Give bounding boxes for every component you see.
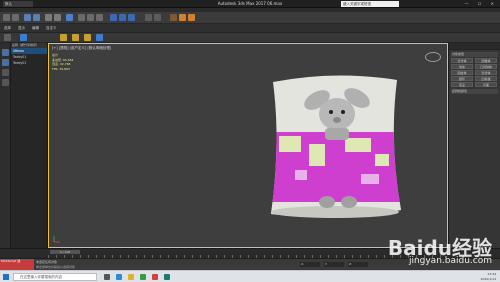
x-coordinate-field[interactable]: X: <box>300 262 320 267</box>
mirror-icon[interactable] <box>145 14 152 21</box>
command-panel: 对象类型 长方体 圆锥体 球体 几何球体 圆柱体 管状体 圆环 四棱锥 茶壶 平面 名称和… <box>448 43 500 258</box>
camera-icon[interactable] <box>72 34 79 41</box>
angle-snap-icon[interactable] <box>119 14 126 21</box>
3dsmax-taskbar-icon[interactable] <box>164 274 170 280</box>
render-icon[interactable] <box>188 14 195 21</box>
baidu-watermark: Baidu经验 jingyan.baidu.com <box>388 232 492 266</box>
redo-icon[interactable] <box>12 14 19 21</box>
ribbon-toolbar <box>0 33 500 43</box>
helper-icon[interactable] <box>84 34 91 41</box>
status-prompt: 单击或单击并拖动以选择对象 <box>36 265 76 269</box>
select-icon[interactable] <box>45 14 52 21</box>
system-clock[interactable]: 13:44 2020/1/14 <box>481 272 496 282</box>
create-torus-button[interactable]: 圆环 <box>451 76 473 81</box>
folder-icon[interactable] <box>128 274 134 280</box>
rotate-icon[interactable] <box>87 14 94 21</box>
display-icon[interactable] <box>2 69 9 76</box>
command-panel-tabs[interactable] <box>449 43 500 50</box>
percent-snap-icon[interactable] <box>128 14 135 21</box>
3dsmax-window: 默认 Autodesk 3ds Max 2017 06.max 键入关键字或短语… <box>0 0 500 282</box>
viewcube-icon[interactable] <box>425 52 441 62</box>
time-slider[interactable]: 0 / 100 <box>50 250 80 254</box>
select-by-name-icon[interactable] <box>54 14 61 21</box>
filter-icon[interactable] <box>2 59 9 66</box>
axis-gizmo-icon <box>53 236 60 243</box>
polygon-modeling-icon[interactable] <box>4 34 11 41</box>
snap-icon[interactable] <box>110 14 117 21</box>
move-icon[interactable] <box>78 14 85 21</box>
windows-taskbar: 在这里输入你要搜索的内容 13:44 2020/1/14 <box>0 270 500 282</box>
clock-date: 2020/1/14 <box>480 277 496 281</box>
name-color-section[interactable]: 名称和颜色 <box>451 89 498 94</box>
watermark-url: jingyan.baidu.com <box>408 256 492 266</box>
create-pyramid-button[interactable]: 四棱锥 <box>475 76 497 81</box>
material-editor-icon[interactable] <box>170 14 177 21</box>
wechat-icon[interactable] <box>140 274 146 280</box>
app-icon[interactable] <box>152 274 158 280</box>
tab-edit[interactable]: 编辑 <box>30 25 41 31</box>
create-geosphere-button[interactable]: 几何球体 <box>475 64 497 69</box>
perspective-viewport[interactable]: [+] [透视] [用户定义] [默认明暗处理] 总计 多边形: 65,664 … <box>48 43 448 248</box>
stat-line: 顶点: 32,768 <box>52 62 71 66</box>
left-tool-strip <box>0 43 11 258</box>
edge-icon[interactable] <box>116 274 122 280</box>
tab-display[interactable]: 显示 <box>16 25 27 31</box>
y-coordinate-field[interactable]: Y: <box>324 262 344 267</box>
status-message: 未选定任何对象 <box>36 260 58 264</box>
create-box-button[interactable]: 长方体 <box>451 58 473 63</box>
scene-explorer-icon[interactable] <box>2 49 9 56</box>
create-cylinder-button[interactable]: 圆柱体 <box>451 70 473 75</box>
create-teapot-button[interactable]: 茶壶 <box>451 82 473 87</box>
hide-icon[interactable] <box>2 79 9 86</box>
scene-explorer: 名称（按升序排序） 06max Teddy01 Teddy02 <box>11 43 48 258</box>
render-setup-icon[interactable] <box>179 14 186 21</box>
unlink-icon[interactable] <box>33 14 40 21</box>
light-icon[interactable] <box>60 34 67 41</box>
task-view-icon[interactable] <box>104 274 110 280</box>
stat-line: FPS: 39.863 <box>52 66 70 71</box>
windows-start-icon[interactable] <box>3 274 9 280</box>
create-tube-button[interactable]: 管状体 <box>475 70 497 75</box>
pillow-model[interactable] <box>265 74 405 224</box>
scale-icon[interactable] <box>96 14 103 21</box>
taskbar-search-input[interactable]: 在这里输入你要搜索的内容 <box>13 273 97 281</box>
viewport-statistics: 总计 多边形: 65,664 顶点: 32,768 FPS: 39.863 <box>52 53 73 71</box>
layer-icon[interactable] <box>96 34 103 41</box>
tab-customize[interactable]: 自定义 <box>44 25 59 31</box>
ribbon-tabs: 选择 显示 编辑 自定义 <box>0 24 500 33</box>
tab-select[interactable]: 选择 <box>2 25 13 31</box>
z-coordinate-field[interactable]: Z: <box>348 262 368 267</box>
search-input[interactable]: 键入关键字或短语 <box>341 1 399 7</box>
title-bar: 默认 Autodesk 3ds Max 2017 06.max 键入关键字或短语… <box>0 0 500 8</box>
create-cone-button[interactable]: 圆锥体 <box>475 58 497 63</box>
align-icon[interactable] <box>154 14 161 21</box>
viewport-label[interactable]: [+] [透视] [用户定义] [默认明暗处理] <box>52 46 111 51</box>
window-controls[interactable]: — ☐ ✕ <box>465 1 498 6</box>
link-icon[interactable] <box>24 14 31 21</box>
region-select-icon[interactable] <box>66 14 73 21</box>
undo-icon[interactable] <box>3 14 10 21</box>
list-item[interactable]: Teddy02 <box>11 60 47 66</box>
main-toolbar <box>0 12 500 24</box>
window-title: Autodesk 3ds Max 2017 06.max <box>217 1 283 6</box>
graphite-icon[interactable] <box>20 34 27 41</box>
create-plane-button[interactable]: 平面 <box>475 82 497 87</box>
create-sphere-button[interactable]: 球体 <box>451 64 473 69</box>
